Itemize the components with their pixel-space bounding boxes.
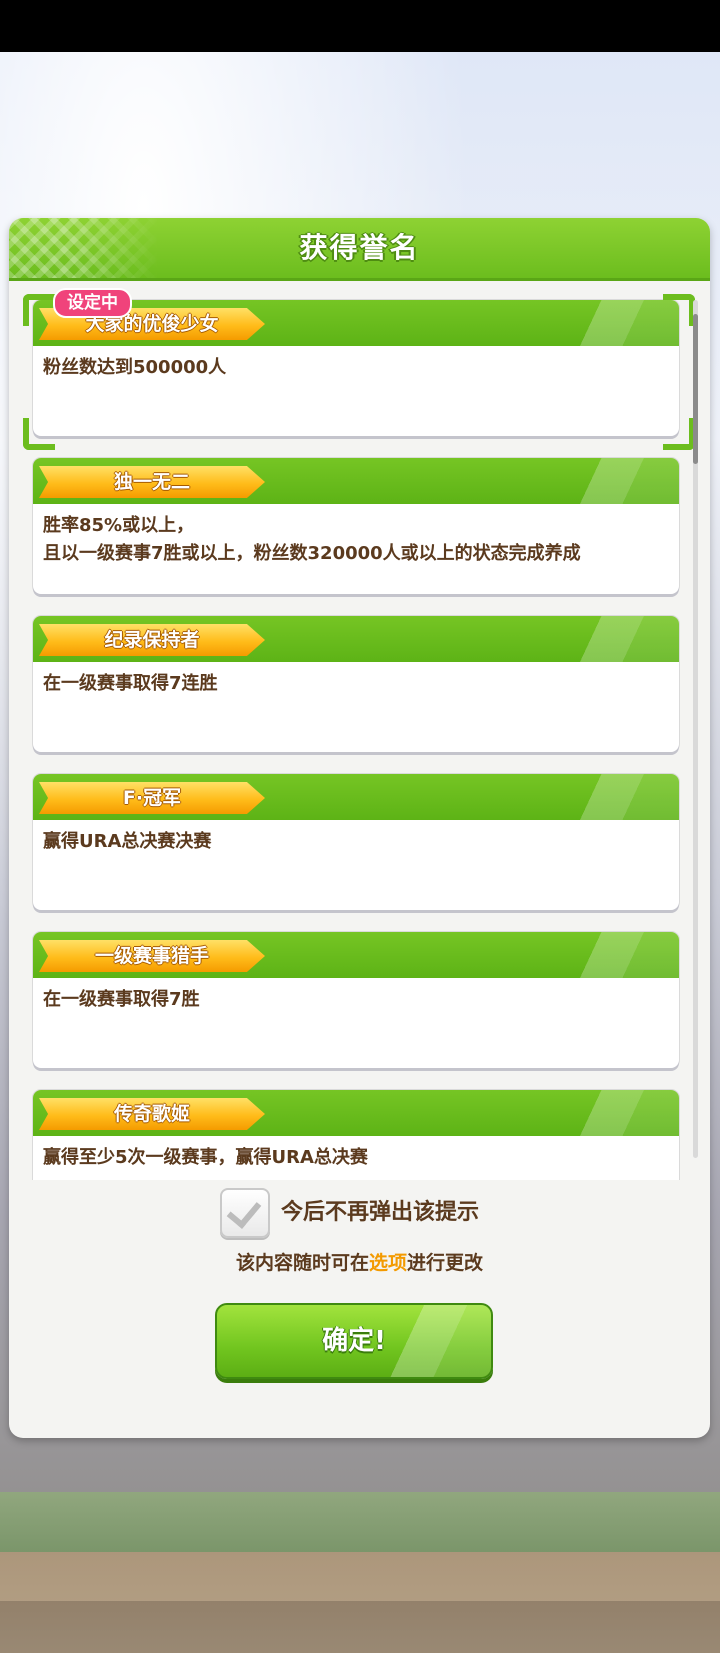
card-header: 一级赛事猎手 (33, 932, 679, 978)
scrollbar-thumb[interactable] (693, 314, 698, 464)
checkmark-icon (226, 1193, 262, 1229)
dialog-title: 获得誉名 (299, 231, 420, 264)
card-stripe (559, 458, 679, 504)
title-card[interactable]: 大家的优俊少女 粉丝数达到500000人 (33, 300, 679, 436)
title-name: 一级赛事猎手 (94, 945, 209, 967)
title-card[interactable]: 纪录保持者 在一级赛事取得7连胜 (33, 616, 679, 752)
frame-corner-bl (23, 418, 55, 450)
title-description: 粉丝数达到500000人 (43, 357, 227, 378)
card-header: 传奇歌姬 (33, 1090, 679, 1136)
list-scrollbar[interactable] (693, 300, 698, 1158)
confirm-label: 确定! (322, 1326, 386, 1356)
title-description: 在一级赛事取得7连胜 (43, 673, 218, 694)
title-card[interactable]: 独一无二 胜率85%或以上， 且以一级赛事7胜或以上，粉丝数320000人或以上… (33, 458, 679, 594)
background-track (0, 1492, 720, 1552)
card-stripe (559, 932, 679, 978)
options-link[interactable]: 选项 (369, 1252, 407, 1274)
settings-note: 该内容随时可在选项进行更改 (9, 1248, 710, 1275)
card-header: F·冠军 (33, 774, 679, 820)
card-stripe (559, 616, 679, 662)
title-card[interactable]: 一级赛事猎手 在一级赛事取得7胜 (33, 932, 679, 1068)
title-name: 独一无二 (113, 471, 190, 493)
card-stripe (559, 774, 679, 820)
title-name: 传奇歌姬 (113, 1103, 190, 1125)
note-suffix: 进行更改 (407, 1252, 484, 1274)
title-name: F·冠军 (122, 787, 182, 809)
title-description: 在一级赛事取得7胜 (43, 989, 200, 1010)
title-dialog: 获得誉名 大家的优俊少女 粉丝数达到500000人 设定中 独一无二 胜率85%… (9, 218, 710, 1438)
dont-show-again-checkbox[interactable] (220, 1188, 270, 1238)
dialog-header: 获得誉名 (9, 218, 710, 281)
frame-corner-tl (23, 294, 55, 326)
title-description: 赢得至少5次一级赛事，赢得URA总决赛 (43, 1147, 368, 1168)
confirm-button[interactable]: 确定! (215, 1303, 493, 1379)
card-stripe (559, 300, 679, 346)
title-description: 胜率85%或以上， 且以一级赛事7胜或以上，粉丝数320000人或以上的状态完成… (43, 515, 581, 564)
frame-corner-br (663, 418, 695, 450)
title-description: 赢得URA总决赛决赛 (43, 831, 212, 852)
title-card[interactable]: 传奇歌姬 赢得至少5次一级赛事，赢得URA总决赛 (33, 1090, 679, 1180)
note-prefix: 该内容随时可在 (235, 1252, 369, 1274)
background-ground (0, 1552, 720, 1653)
status-bar (0, 0, 720, 52)
title-list[interactable]: 大家的优俊少女 粉丝数达到500000人 设定中 独一无二 胜率85%或以上， … (9, 288, 710, 1180)
frame-corner-tr (663, 294, 695, 326)
card-header: 纪录保持者 (33, 616, 679, 662)
card-header: 独一无二 (33, 458, 679, 504)
title-name: 纪录保持者 (104, 629, 200, 651)
card-stripe (559, 1090, 679, 1136)
title-card[interactable]: F·冠军 赢得URA总决赛决赛 (33, 774, 679, 910)
dont-show-again-label[interactable]: 今后不再弹出该提示 (281, 1194, 479, 1226)
current-title-badge: 设定中 (53, 288, 132, 318)
